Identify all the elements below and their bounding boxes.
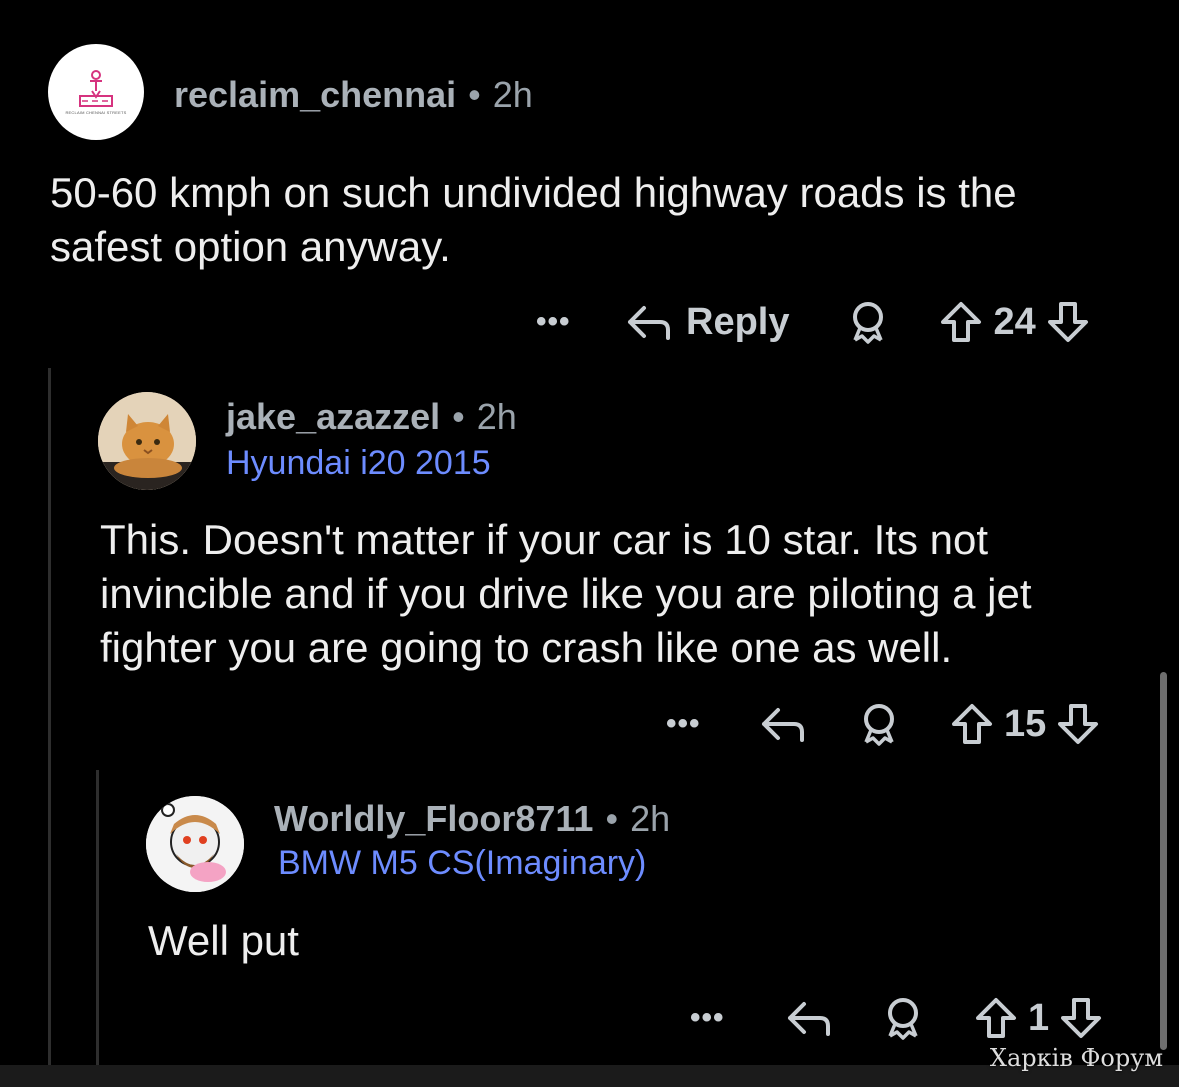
comment-actions: ••• 1 <box>690 988 1103 1048</box>
vote-controls: 1 <box>974 996 1103 1040</box>
separator-dot: • <box>605 798 619 839</box>
vote-score: 1 <box>1028 996 1050 1039</box>
timestamp: 2h <box>492 74 533 115</box>
scrollbar[interactable] <box>1160 672 1167 1050</box>
award-button[interactable] <box>858 702 900 746</box>
reply-arrow-icon <box>628 306 670 340</box>
downvote-icon[interactable] <box>1056 702 1100 746</box>
username[interactable]: Worldly_Floor8711 <box>274 798 593 839</box>
username[interactable]: jake_azazzel <box>226 396 440 437</box>
vote-controls: 15 <box>950 702 1100 746</box>
comment-meta: jake_azazzel • 2h <box>226 396 517 438</box>
reply-button[interactable] <box>786 998 832 1038</box>
separator-dot: • <box>468 74 481 115</box>
user-flair: BMW M5 CS(Imaginary) <box>278 844 647 882</box>
comment-body: 50-60 kmph on such undivided highway roa… <box>50 169 1017 270</box>
comment-actions: ••• 15 <box>666 694 1100 754</box>
award-icon <box>888 998 918 1040</box>
award-icon <box>864 704 894 746</box>
timestamp: 2h <box>630 798 671 839</box>
avatar[interactable]: RECLAIM CHENNAI STREETS <box>48 44 144 140</box>
award-button[interactable] <box>847 300 889 344</box>
award-icon <box>853 302 884 344</box>
thread-line-level1[interactable] <box>48 368 51 1065</box>
vote-score: 24 <box>993 300 1036 343</box>
more-options-button[interactable]: ••• <box>666 707 760 741</box>
separator-dot: • <box>452 396 465 437</box>
user-flair: Hyundai i20 2015 <box>226 444 491 482</box>
timestamp: 2h <box>476 396 517 437</box>
avatar[interactable] <box>98 392 196 490</box>
reply-button[interactable] <box>760 704 806 744</box>
downvote-icon[interactable] <box>1059 996 1103 1040</box>
reply-label: Reply <box>686 300 790 343</box>
vote-controls: 24 <box>939 300 1089 344</box>
award-button[interactable] <box>882 996 924 1040</box>
vote-score: 15 <box>1004 702 1047 745</box>
avatar-caption: RECLAIM CHENNAI STREETS <box>65 110 127 115</box>
downvote-icon[interactable] <box>1046 300 1090 344</box>
upvote-icon[interactable] <box>939 300 983 344</box>
comment-body: This. Doesn't matter if your car is 10 s… <box>100 516 1032 671</box>
snoo-avatar-image <box>146 796 244 892</box>
comment-body: Well put <box>148 917 299 964</box>
comment-actions: ••• Reply 24 <box>536 292 1090 352</box>
reclaim-chennai-logo <box>79 70 113 107</box>
more-options-button[interactable]: ••• <box>536 305 626 339</box>
more-options-button[interactable]: ••• <box>690 1001 786 1035</box>
reply-button[interactable]: Reply <box>626 301 789 344</box>
comment-meta: reclaim_chennai • 2h <box>174 74 533 116</box>
username[interactable]: reclaim_chennai <box>174 74 456 115</box>
watermark: Харків Форум <box>989 1044 1163 1072</box>
upvote-icon[interactable] <box>974 996 1018 1040</box>
upvote-icon[interactable] <box>950 702 994 746</box>
cat-avatar-image <box>98 392 196 490</box>
reply-arrow-icon <box>788 1002 830 1036</box>
comment-meta: Worldly_Floor8711 • 2h <box>274 798 670 840</box>
thread-line-level2[interactable] <box>96 770 99 1065</box>
avatar[interactable] <box>146 796 244 892</box>
reply-arrow-icon <box>762 708 804 742</box>
